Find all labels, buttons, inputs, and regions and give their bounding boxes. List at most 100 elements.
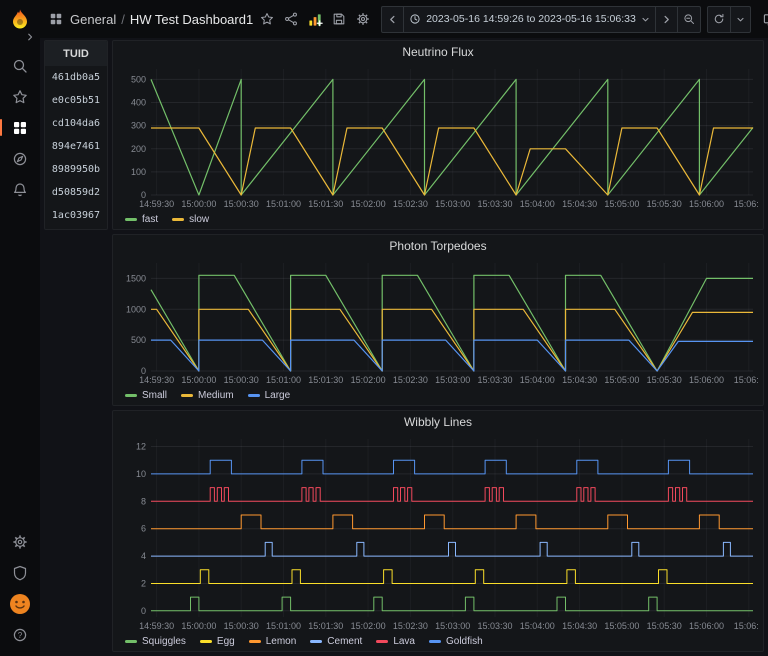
- legend-swatch: [125, 640, 137, 643]
- svg-text:15:00:30: 15:00:30: [224, 199, 259, 209]
- svg-text:15:01:00: 15:01:00: [266, 199, 301, 209]
- grafana-app: ? General / HW Test Dashboard1 2023-05-1…: [0, 0, 768, 656]
- table-row: cd104da6: [51, 118, 101, 129]
- svg-text:15:03:30: 15:03:30: [477, 621, 512, 631]
- sidebar-item-configuration[interactable]: [0, 526, 40, 557]
- svg-text:8: 8: [141, 496, 146, 506]
- legend-item-slow[interactable]: slow: [172, 214, 209, 225]
- svg-text:15:00:00: 15:00:00: [181, 621, 216, 631]
- sidebar-item-explore[interactable]: [0, 143, 40, 174]
- time-series-plot[interactable]: 0 2 4 6 8 10 12 14:59:30 15:00:00 15:00:30 15:01:0…: [117, 433, 759, 632]
- tuid-table-body: 461db0a5 e0c05b51 cd104da6 894e7461 8989950b…: [45, 66, 107, 227]
- legend-swatch: [310, 640, 323, 643]
- apps-grid-icon: [50, 13, 62, 25]
- time-series-plot[interactable]: 0 100 200 300 400 500 14:59:30 15:00:00 15:00:30…: [117, 63, 759, 210]
- svg-text:15:05:00: 15:05:00: [604, 199, 639, 209]
- panel-title[interactable]: Wibbly Lines: [113, 411, 763, 433]
- refresh-interval-button[interactable]: [729, 6, 750, 32]
- help-icon: ?: [13, 628, 27, 641]
- monitor-icon: [764, 13, 768, 25]
- svg-text:15:03:00: 15:03:00: [435, 199, 470, 209]
- legend-item-lava[interactable]: Lava: [376, 636, 415, 647]
- panel-legend: Squiggles Egg Lemon Cement Lava Goldfish: [113, 632, 763, 651]
- add-panel-icon: [309, 13, 323, 26]
- svg-text:1500: 1500: [126, 273, 146, 283]
- table-row: e0c05b51: [51, 95, 101, 106]
- panel-title[interactable]: Neutrino Flux: [113, 41, 763, 63]
- legend-swatch: [172, 218, 185, 221]
- table-row: 461db0a5: [51, 72, 101, 83]
- refresh-group: [706, 5, 751, 33]
- avatar: [10, 593, 30, 614]
- sidebar-expand-arrow[interactable]: [25, 31, 35, 43]
- svg-text:200: 200: [131, 144, 146, 154]
- svg-text:15:01:00: 15:01:00: [266, 375, 301, 385]
- svg-text:15:06:00: 15:06:00: [689, 375, 724, 385]
- add-panel-button[interactable]: [303, 6, 327, 32]
- zoom-out-button[interactable]: [676, 6, 700, 32]
- time-range-button[interactable]: 2023-05-16 14:59:26 to 2023-05-16 15:06:…: [403, 6, 655, 32]
- legend-item-goldfish[interactable]: Goldfish: [429, 636, 483, 647]
- dashboards-grid-icon: [14, 121, 26, 134]
- svg-text:15:06:3: 15:06:3: [734, 621, 759, 631]
- dashboard-settings-button[interactable]: [351, 6, 375, 32]
- time-shift-forward-button[interactable]: [654, 6, 677, 32]
- search-icon: [13, 59, 27, 73]
- panel-legend: fast slow: [113, 210, 763, 229]
- legend-swatch: [125, 218, 137, 221]
- svg-text:15:04:00: 15:04:00: [520, 621, 555, 631]
- legend-item-cement[interactable]: Cement: [310, 636, 362, 647]
- dashboard-title[interactable]: HW Test Dashboard1: [130, 12, 253, 27]
- legend-item-egg[interactable]: Egg: [199, 636, 235, 647]
- share-dashboard-button[interactable]: [279, 6, 303, 32]
- svg-text:?: ?: [18, 630, 23, 639]
- sidebar-item-help[interactable]: ?: [0, 619, 40, 650]
- legend-swatch: [181, 394, 194, 397]
- svg-text:300: 300: [131, 121, 146, 131]
- svg-text:15:00:00: 15:00:00: [181, 375, 216, 385]
- time-picker-group: 2023-05-16 14:59:26 to 2023-05-16 15:06:…: [381, 5, 701, 33]
- svg-text:15:02:00: 15:02:00: [351, 375, 386, 385]
- compass-icon: [13, 152, 27, 165]
- chevron-left-icon: [390, 15, 395, 23]
- legend-item-small[interactable]: Small: [125, 390, 167, 401]
- time-series-plot[interactable]: 0 500 1000 1500 14:59:30 15:00:00 15:00:30 15:0…: [117, 257, 759, 386]
- zoom-out-icon: [684, 14, 694, 24]
- svg-text:500: 500: [131, 74, 146, 84]
- refresh-button[interactable]: [708, 7, 730, 32]
- svg-text:15:03:30: 15:03:30: [477, 199, 512, 209]
- chevron-right-icon: [28, 33, 33, 41]
- sidebar-bottom-group: ?: [0, 526, 40, 656]
- legend-item-fast[interactable]: fast: [125, 214, 158, 225]
- panel-title[interactable]: Photon Torpedoes: [113, 235, 763, 257]
- time-range-text: 2023-05-16 14:59:26 to 2023-05-16 15:06:…: [426, 13, 636, 25]
- sidebar-item-search[interactable]: [0, 50, 40, 81]
- sidebar-item-starred[interactable]: [0, 81, 40, 112]
- sidebar: ?: [0, 0, 40, 656]
- svg-text:15:01:00: 15:01:00: [266, 621, 301, 631]
- legend-item-medium[interactable]: Medium: [181, 390, 234, 401]
- chevron-down-icon: [737, 17, 744, 21]
- svg-text:10: 10: [136, 469, 146, 479]
- svg-text:15:01:30: 15:01:30: [308, 375, 343, 385]
- sidebar-item-server-admin[interactable]: [0, 557, 40, 588]
- save-dashboard-button[interactable]: [327, 6, 351, 32]
- star-icon: [261, 13, 274, 25]
- main-area: General / HW Test Dashboard1 2023-05-16 …: [40, 0, 768, 656]
- tuid-column-header[interactable]: TUID: [45, 41, 107, 66]
- star-dashboard-button[interactable]: [255, 6, 279, 32]
- sidebar-item-alerting[interactable]: [0, 174, 40, 205]
- tv-mode-button[interactable]: [759, 6, 768, 32]
- svg-text:14:59:30: 14:59:30: [139, 621, 174, 631]
- time-shift-back-button[interactable]: [382, 7, 403, 32]
- sidebar-item-dashboards[interactable]: [0, 112, 40, 143]
- legend-item-lemon[interactable]: Lemon: [248, 636, 296, 647]
- svg-text:15:05:00: 15:05:00: [604, 621, 639, 631]
- sidebar-item-profile[interactable]: [0, 588, 40, 619]
- chevron-right-icon: [664, 15, 669, 23]
- breadcrumb-folder[interactable]: General: [70, 12, 116, 27]
- apps-button[interactable]: [44, 6, 68, 32]
- legend-item-squiggles[interactable]: Squiggles: [125, 636, 186, 647]
- legend-item-large[interactable]: Large: [247, 390, 290, 401]
- table-row: 1ac03967: [51, 210, 101, 221]
